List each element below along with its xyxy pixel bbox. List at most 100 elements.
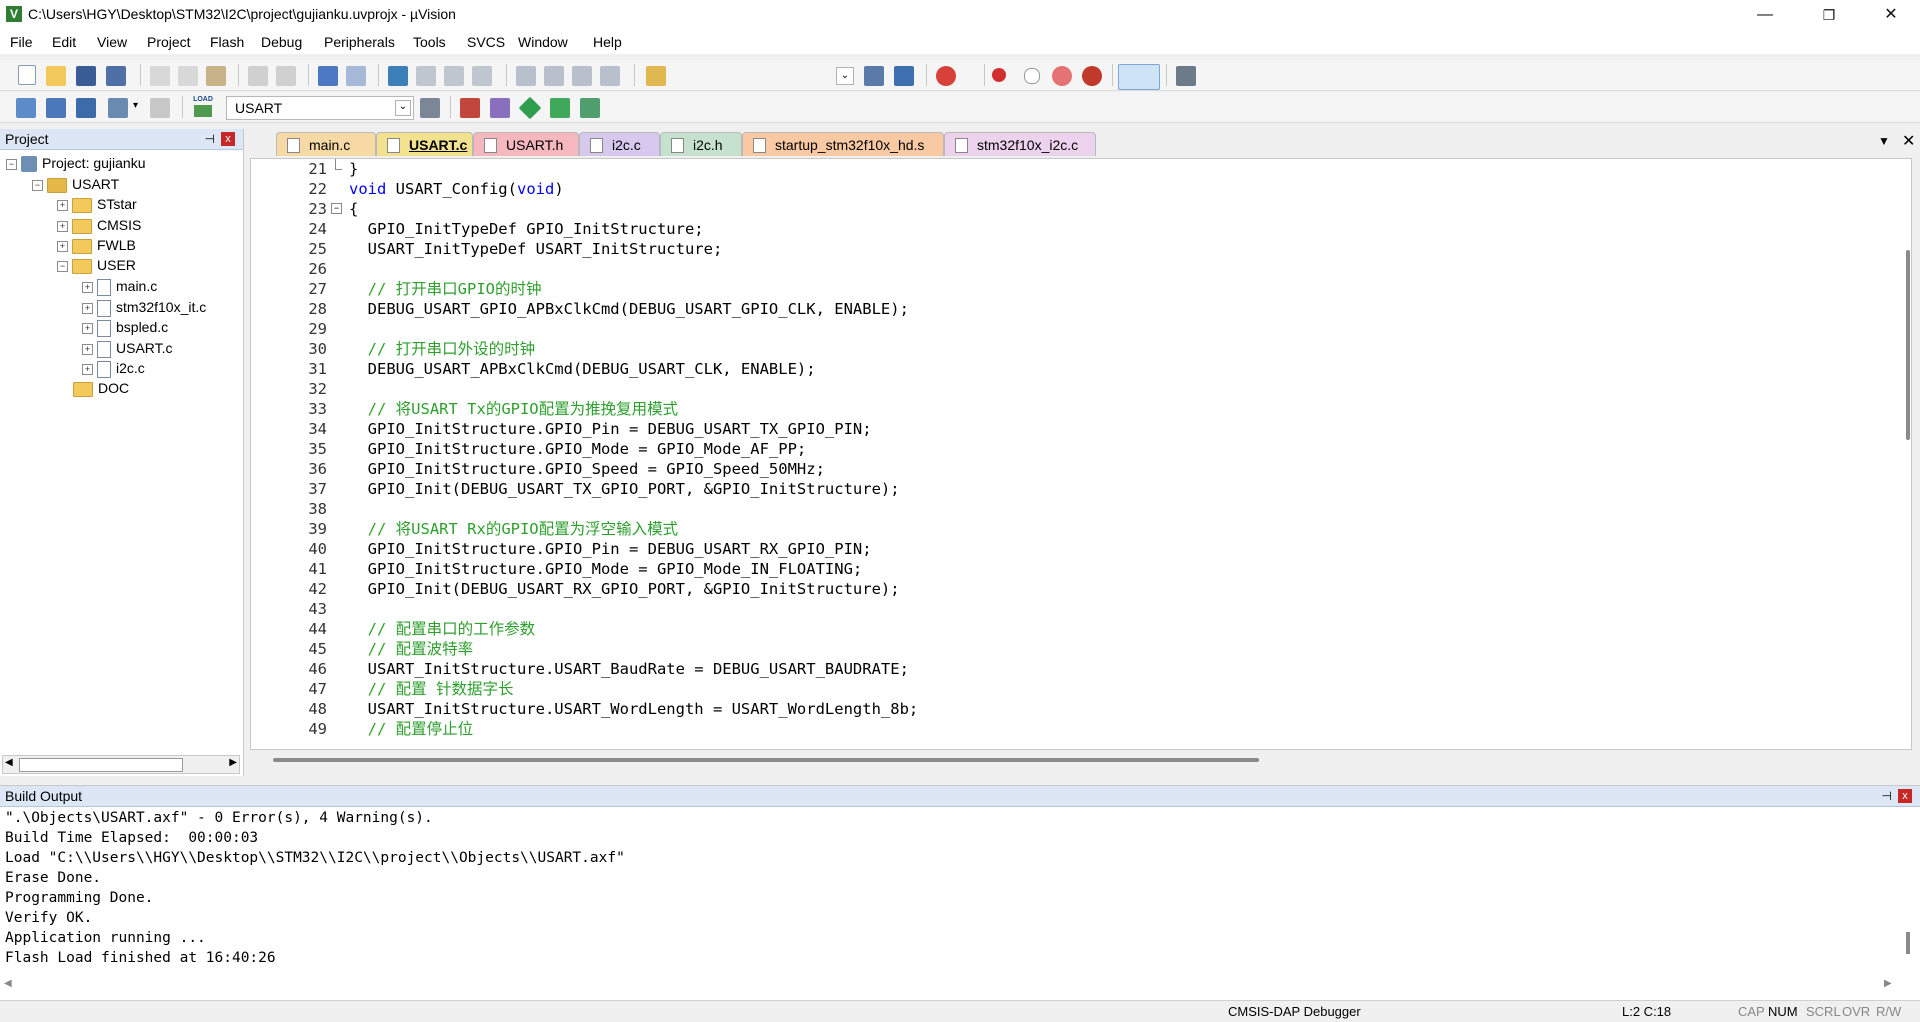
code-line[interactable]: 33 // 将USART Tx的GPIO配置为推挽复用模式 <box>251 399 1891 419</box>
select-packs-icon[interactable] <box>490 98 510 118</box>
target-dropdown-arrow-icon[interactable]: ⌄ <box>395 100 411 116</box>
incremental-find-icon[interactable] <box>894 66 914 86</box>
paste-icon[interactable] <box>206 66 226 86</box>
code-line[interactable]: 36 GPIO_InitStructure.GPIO_Speed = GPIO_… <box>251 459 1891 479</box>
options-for-target-icon[interactable] <box>420 98 440 118</box>
code-line[interactable]: 28 DEBUG_USART_GPIO_APBxClkCmd(DEBUG_USA… <box>251 299 1891 319</box>
indent-icon[interactable] <box>516 66 536 86</box>
collapse-icon[interactable]: − <box>57 260 68 272</box>
insert-breakpoint-icon[interactable] <box>992 68 1006 82</box>
clear-bookmarks-icon[interactable] <box>472 66 492 86</box>
tab-startup-s[interactable]: startup_stm32f10x_hd.s <box>742 132 944 156</box>
code-line[interactable]: 23 { <box>251 199 1891 219</box>
menu-tools[interactable]: Tools <box>413 34 446 50</box>
build-scroll-right-icon[interactable]: ▶ <box>1884 978 1892 989</box>
expand-icon[interactable]: + <box>57 240 68 252</box>
menu-help[interactable]: Help <box>593 34 622 50</box>
tree-target-usart[interactable]: − USART <box>32 174 119 194</box>
menu-peripherals[interactable]: Peripherals <box>324 34 395 50</box>
batch-build-icon[interactable] <box>108 98 128 118</box>
expand-icon[interactable]: + <box>82 302 93 314</box>
collapse-icon[interactable]: − <box>32 179 43 191</box>
tab-i2c-h[interactable]: i2c.h <box>660 132 742 156</box>
build-output-close-icon[interactable]: x <box>1898 789 1912 803</box>
unindent-icon[interactable] <box>544 66 564 86</box>
next-bookmark-icon[interactable] <box>444 66 464 86</box>
tree-group-cmsis[interactable]: + CMSIS <box>57 215 141 235</box>
code-line[interactable]: 40 GPIO_InitStructure.GPIO_Pin = DEBUG_U… <box>251 539 1891 559</box>
enable-breakpoint-icon[interactable] <box>1024 68 1040 84</box>
batch-dropdown-arrow-icon[interactable]: ▾ <box>133 100 138 111</box>
menu-debug[interactable]: Debug <box>261 34 302 50</box>
rebuild-icon[interactable] <box>76 98 96 118</box>
build-output-pin-icon[interactable]: ⊣ <box>1882 786 1892 806</box>
code-line[interactable]: 46 USART_InitStructure.USART_BaudRate = … <box>251 659 1891 679</box>
component-viewer-icon[interactable] <box>580 98 600 118</box>
tab-main-c[interactable]: main.c <box>276 132 376 156</box>
tab-stm32f10x-i2c-c[interactable]: stm32f10x_i2c.c <box>944 132 1096 156</box>
tree-group-ststar[interactable]: + STstar <box>57 194 137 214</box>
scroll-left-icon[interactable]: ◀ <box>5 757 13 768</box>
stop-build-icon[interactable] <box>150 98 170 118</box>
build-scroll-left-icon[interactable]: ◀ <box>4 978 12 989</box>
target-select[interactable]: USART ⌄ <box>226 96 414 120</box>
fold-collapse-icon[interactable]: − <box>331 203 342 214</box>
find-icon[interactable] <box>864 66 884 86</box>
navigate-forward-icon[interactable] <box>346 66 366 86</box>
window-layout-icon[interactable] <box>1118 64 1160 90</box>
code-line[interactable]: 45 // 配置波特率 <box>251 639 1891 659</box>
tab-usart-c[interactable]: USART.c <box>376 132 473 156</box>
project-hscroll-thumb[interactable] <box>19 758 183 772</box>
build-icon[interactable] <box>46 98 66 118</box>
debug-session-icon[interactable] <box>936 66 956 86</box>
menu-flash[interactable]: Flash <box>210 34 244 50</box>
expand-icon[interactable]: + <box>82 343 93 355</box>
code-line[interactable]: 39 // 将USART Rx的GPIO配置为浮空输入模式 <box>251 519 1891 539</box>
tab-i2c-c[interactable]: i2c.c <box>579 132 660 156</box>
editor-vscroll-thumb[interactable] <box>1906 250 1910 440</box>
code-line[interactable]: 47 // 配置 针数据字长 <box>251 679 1891 699</box>
code-line[interactable]: 27 // 打开串口GPIO的时钟 <box>251 279 1891 299</box>
close-window-button[interactable]: ✕ <box>1868 0 1914 30</box>
tree-file-main-c[interactable]: + main.c <box>82 276 157 296</box>
tree-file-stm32f10x-it-c[interactable]: + stm32f10x_it.c <box>82 297 206 317</box>
code-line[interactable]: 24 GPIO_InitTypeDef GPIO_InitStructure; <box>251 219 1891 239</box>
editor-hscroll-thumb[interactable] <box>273 758 1259 762</box>
code-line[interactable]: 42 GPIO_Init(DEBUG_USART_RX_GPIO_PORT, &… <box>251 579 1891 599</box>
comment-icon[interactable] <box>572 66 592 86</box>
code-line[interactable]: 49 // 配置停止位 <box>251 719 1891 739</box>
save-icon[interactable] <box>76 66 96 86</box>
tree-file-bspled-c[interactable]: + bspled.c <box>82 317 168 337</box>
code-editor[interactable]: 21} 22 void USART_Config(void) 23{24 GPIO_I… <box>250 158 1912 750</box>
code-line[interactable]: 31 DEBUG_USART_APBxClkCmd(DEBUG_USART_CL… <box>251 359 1891 379</box>
expand-icon[interactable]: + <box>82 322 93 334</box>
manage-project-items-icon[interactable] <box>460 98 480 118</box>
configure-icon[interactable] <box>1176 66 1196 86</box>
code-line[interactable]: 37 GPIO_Init(DEBUG_USART_TX_GPIO_PORT, &… <box>251 479 1891 499</box>
menu-file[interactable]: File <box>10 34 33 50</box>
menu-svcs[interactable]: SVCS <box>467 34 505 50</box>
code-line[interactable]: 25 USART_InitTypeDef USART_InitStructure… <box>251 239 1891 259</box>
code-line[interactable]: 22 void USART_Config(void) <box>251 179 1891 199</box>
expand-icon[interactable]: + <box>82 281 93 293</box>
find-dropdown-arrow-icon[interactable]: ⌄ <box>836 67 854 85</box>
project-hscrollbar[interactable]: ◀ ▶ <box>2 755 240 774</box>
pack-installer-icon[interactable] <box>550 98 570 118</box>
manage-run-time-icon[interactable] <box>518 96 542 120</box>
disable-breakpoints-icon[interactable] <box>1052 66 1072 86</box>
tab-usart-h[interactable]: USART.h <box>473 132 579 156</box>
collapse-icon[interactable]: − <box>6 158 17 170</box>
tree-group-doc[interactable]: DOC <box>73 378 129 398</box>
menu-project[interactable]: Project <box>147 34 191 50</box>
code-line[interactable]: 48 USART_InitStructure.USART_WordLength … <box>251 699 1891 719</box>
project-pane-close-icon[interactable]: x <box>221 132 235 146</box>
code-line[interactable]: 38 <box>251 499 1891 519</box>
bookmark-icon[interactable] <box>388 66 408 86</box>
prev-bookmark-icon[interactable] <box>416 66 436 86</box>
kill-breakpoints-icon[interactable] <box>1082 66 1102 86</box>
cut-icon[interactable] <box>150 66 170 86</box>
open-folder-icon[interactable] <box>46 66 66 86</box>
tree-group-user[interactable]: − USER <box>57 255 136 275</box>
translate-icon[interactable] <box>16 98 36 118</box>
scroll-right-icon[interactable]: ▶ <box>229 757 237 768</box>
